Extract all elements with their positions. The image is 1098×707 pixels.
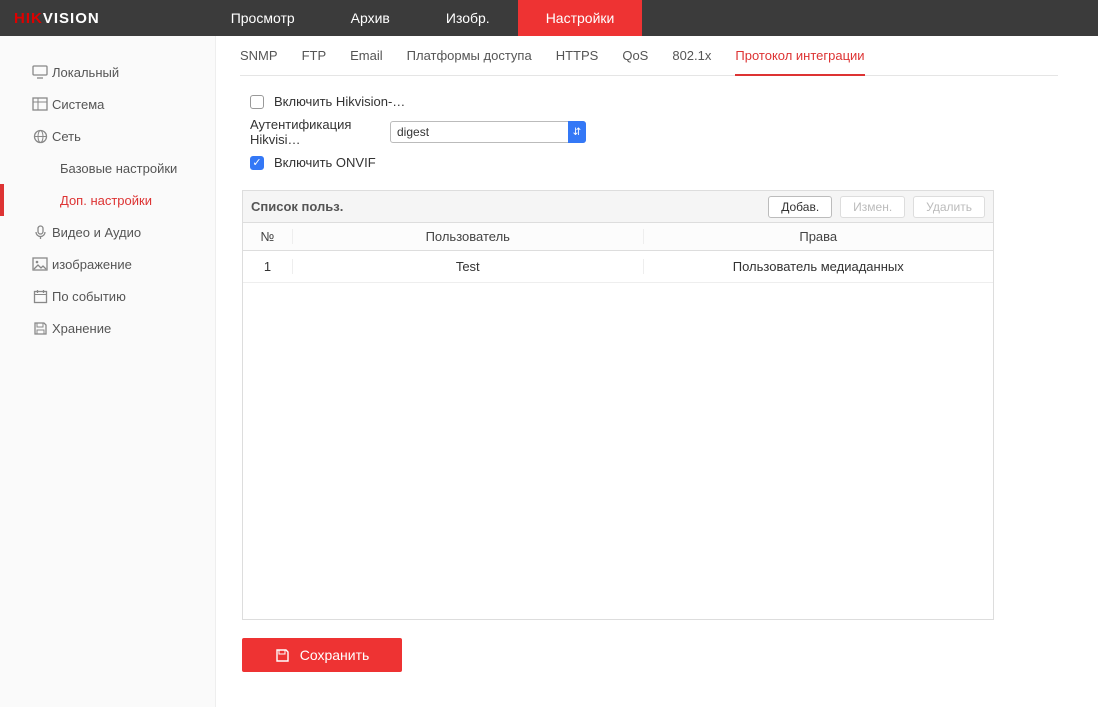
sidebar-item-label: Видео и Аудио: [52, 225, 141, 240]
tab-platform[interactable]: Платформы доступа: [407, 48, 532, 69]
nav-image[interactable]: Изобр.: [418, 0, 518, 36]
sidebar-item-system[interactable]: Система: [0, 88, 215, 120]
sidebar-item-label: Хранение: [52, 321, 111, 336]
nav-live[interactable]: Просмотр: [203, 0, 323, 36]
sidebar-item-image[interactable]: изображение: [0, 248, 215, 280]
logo-part2: VISION: [43, 10, 100, 27]
col-rights: Права: [644, 229, 994, 244]
enable-onvif-label: Включить ONVIF: [274, 155, 376, 170]
table-header: № Пользователь Права: [243, 223, 993, 251]
auth-select[interactable]: digest: [390, 121, 586, 143]
nav-settings[interactable]: Настройки: [518, 0, 643, 36]
tab-https[interactable]: HTTPS: [556, 48, 599, 69]
sidebar-item-advanced[interactable]: Доп. настройки: [0, 184, 215, 216]
user-list-panel: Список польз. Добав. Измен. Удалить № По…: [242, 190, 994, 620]
nav-archive[interactable]: Архив: [323, 0, 418, 36]
save-button[interactable]: Сохранить: [242, 638, 402, 672]
add-button[interactable]: Добав.: [768, 196, 832, 218]
logo-part1: HIK: [14, 10, 43, 27]
grid-icon: [28, 97, 52, 111]
subtabs: SNMP FTP Email Платформы доступа HTTPS Q…: [240, 48, 1058, 76]
sidebar-item-basic[interactable]: Базовые настройки: [0, 152, 215, 184]
delete-button[interactable]: Удалить: [913, 196, 985, 218]
sidebar-item-label: Доп. настройки: [60, 193, 152, 208]
tab-snmp[interactable]: SNMP: [240, 48, 278, 69]
save-icon: [28, 321, 52, 336]
edit-button[interactable]: Измен.: [840, 196, 905, 218]
sidebar-item-label: Локальный: [52, 65, 119, 80]
cell-rights: Пользователь медиаданных: [644, 259, 994, 274]
sidebar-item-label: Система: [52, 97, 104, 112]
table-body: 1 Test Пользователь медиаданных: [243, 251, 993, 619]
save-label: Сохранить: [300, 647, 370, 663]
sidebar-item-event[interactable]: По событию: [0, 280, 215, 312]
logo: HIKVISION: [0, 0, 118, 36]
tab-integration[interactable]: Протокол интеграции: [735, 48, 864, 76]
sidebar-item-label: Сеть: [52, 129, 81, 144]
enable-hikvision-label: Включить Hikvision-…: [274, 94, 405, 109]
tab-ftp[interactable]: FTP: [302, 48, 327, 69]
cell-number: 1: [243, 259, 293, 274]
save-icon: [275, 648, 290, 663]
col-number: №: [243, 229, 293, 244]
image-icon: [28, 257, 52, 271]
sidebar-item-label: По событию: [52, 289, 126, 304]
table-row[interactable]: 1 Test Пользователь медиаданных: [243, 251, 993, 283]
enable-onvif-checkbox[interactable]: ✓: [250, 156, 264, 170]
cell-user: Test: [293, 259, 644, 274]
monitor-icon: [28, 65, 52, 79]
topbar: HIKVISION Просмотр Архив Изобр. Настройк…: [0, 0, 1098, 36]
sidebar-item-video-audio[interactable]: Видео и Аудио: [0, 216, 215, 248]
panel-title: Список польз.: [251, 199, 343, 214]
auth-label: Аутентификация Hikvisi…: [250, 117, 390, 147]
tab-email[interactable]: Email: [350, 48, 383, 69]
col-user: Пользователь: [293, 229, 644, 244]
tab-8021x[interactable]: 802.1x: [672, 48, 711, 69]
sidebar-item-label: изображение: [52, 257, 132, 272]
sidebar-item-label: Базовые настройки: [60, 161, 177, 176]
content: SNMP FTP Email Платформы доступа HTTPS Q…: [216, 36, 1098, 707]
globe-icon: [28, 129, 52, 144]
calendar-icon: [28, 289, 52, 304]
enable-hikvision-checkbox[interactable]: [250, 95, 264, 109]
mic-icon: [28, 225, 52, 240]
sidebar-item-local[interactable]: Локальный: [0, 56, 215, 88]
sidebar: Локальный Система Сеть Базовые настройки…: [0, 36, 216, 707]
chevron-updown-icon[interactable]: ⇵: [568, 121, 586, 143]
tab-qos[interactable]: QoS: [622, 48, 648, 69]
sidebar-item-storage[interactable]: Хранение: [0, 312, 215, 344]
sidebar-item-network[interactable]: Сеть: [0, 120, 215, 152]
